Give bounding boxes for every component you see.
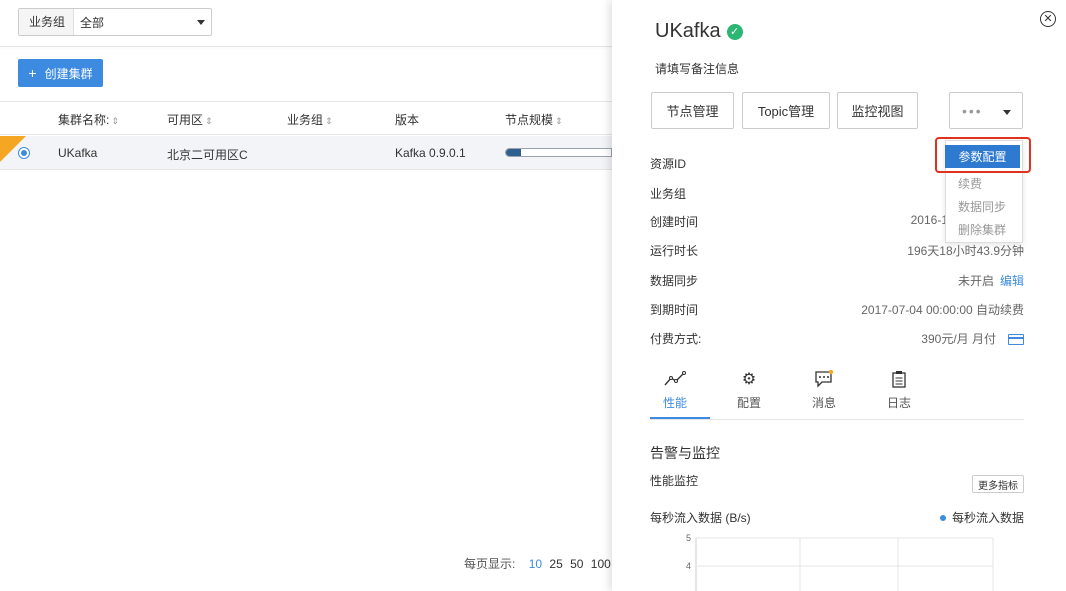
node-management-button[interactable]: 节点管理 [651,92,734,129]
chart-legend[interactable]: 每秒流入数据 [939,509,1024,526]
y-tick-label: 4 [686,561,691,571]
node-scale-progress [505,148,612,157]
clipboard-icon [874,370,924,390]
inflow-chart: 54 [686,533,994,591]
divider [0,46,612,47]
page-size-option[interactable]: 100 [591,557,611,571]
tab-messages[interactable]: 消息 [799,369,849,411]
y-tick-label: 5 [686,533,691,543]
more-metrics-button[interactable]: 更多指标 [972,475,1024,493]
section-title: 告警与监控 [650,445,720,461]
create-cluster-button[interactable]: + 创建集群 [18,59,103,87]
detail-panel: ✕ UKafka ✓ 请填写备注信息 节点管理 Topic管理 监控视图 •••… [612,0,1066,591]
credit-card-icon[interactable] [1008,334,1024,346]
topic-management-button[interactable]: Topic管理 [742,92,830,129]
business-group-filter[interactable]: 业务组 全部 [18,8,212,36]
page-size-option[interactable]: 50 [570,557,583,571]
chevron-down-icon[interactable] [197,19,205,25]
detail-tabs: 性能 ⚙ 配置 消息 日志 [650,369,950,420]
field-payment: 付费方式: 390元/月 月付 [650,328,1024,348]
flag-icon [2,114,10,121]
field-runtime: 运行时长 196天18小时43.9分钟 [650,244,1024,258]
sort-icon[interactable]: ⇕ [555,116,563,126]
menu-item-renew[interactable]: 续费 [958,175,982,192]
table-header: 集群名称: ⇕ 可用区 ⇕ 业务组 ⇕ 版本 节点规模 ⇕ [0,101,612,135]
menu-item-delete-cluster[interactable]: 删除集群 [958,221,1006,238]
subsection-title: 性能监控 [650,474,699,488]
cluster-name[interactable]: UKafka [58,146,97,160]
cluster-zone: 北京二可用区C [167,148,248,162]
plus-icon: + [28,65,37,81]
row-radio[interactable] [18,147,30,159]
page-size-option[interactable]: 10 [529,557,542,571]
sort-icon[interactable]: ⇕ [111,116,119,126]
create-cluster-label: 创建集群 [44,66,93,81]
close-icon[interactable]: ✕ [1040,11,1056,27]
cluster-list-area: 业务组 全部 + 创建集群 集群名称: ⇕ 可用区 ⇕ 业务组 ⇕ 版本 节点规模 ⇕ … [0,0,612,591]
menu-item-data-sync[interactable]: 数据同步 [958,198,1006,215]
payment-value: 390元/月 月付 [921,332,996,346]
line-chart-icon [650,370,700,390]
data-sync-status: 未开启 [957,274,994,288]
field-expire-time: 到期时间 2017-07-04 00:00:00 自动续费 [650,303,1024,317]
tab-logs[interactable]: 日志 [874,370,924,411]
divider [650,419,1024,420]
more-actions-button[interactable]: ••• [949,92,1023,129]
gear-icon: ⚙ [741,371,757,388]
chart-title: 每秒流入数据 (B/s) [650,511,751,525]
chevron-down-icon [1003,110,1011,115]
message-icon [799,369,849,390]
legend-dot-icon [939,514,946,521]
sort-icon[interactable]: ⇕ [325,116,333,126]
column-header-name[interactable]: 集群名称: ⇕ [58,111,119,128]
more-dots-icon: ••• [962,103,983,119]
monitor-view-button[interactable]: 监控视图 [837,92,918,129]
page-title: UKafka ✓ [655,20,743,43]
table-row[interactable]: UKafka 北京二可用区C Kafka 0.9.0.1 [0,114,612,170]
column-header-group[interactable]: 业务组 ⇕ [287,111,333,128]
edit-link[interactable]: 编辑 [1000,274,1024,288]
verified-check-icon: ✓ [726,23,743,40]
page-size-option[interactable]: 25 [549,557,562,571]
sort-icon[interactable]: ⇕ [205,116,213,126]
pagination: 每页显示: 10 25 50 100 [464,555,611,572]
field-data-sync: 数据同步 未开启 编辑 [650,274,1024,288]
remark-field[interactable]: 请填写备注信息 [655,60,739,77]
column-header-nodes[interactable]: 节点规模 ⇕ [505,111,563,128]
legend-label: 每秒流入数据 [951,511,1024,525]
tab-performance[interactable]: 性能 [650,370,700,411]
column-header-version: 版本 [395,113,420,127]
progress-fill [506,149,521,156]
page-size-label: 每页显示: [464,557,516,571]
filter-label: 业务组 [19,9,75,35]
column-header-zone[interactable]: 可用区 ⇕ [167,111,213,128]
filter-value[interactable]: 全部 [74,14,197,31]
highlight-box [935,137,1031,173]
cluster-version: Kafka 0.9.0.1 [395,146,466,160]
tab-config[interactable]: ⚙ 配置 [724,370,774,411]
